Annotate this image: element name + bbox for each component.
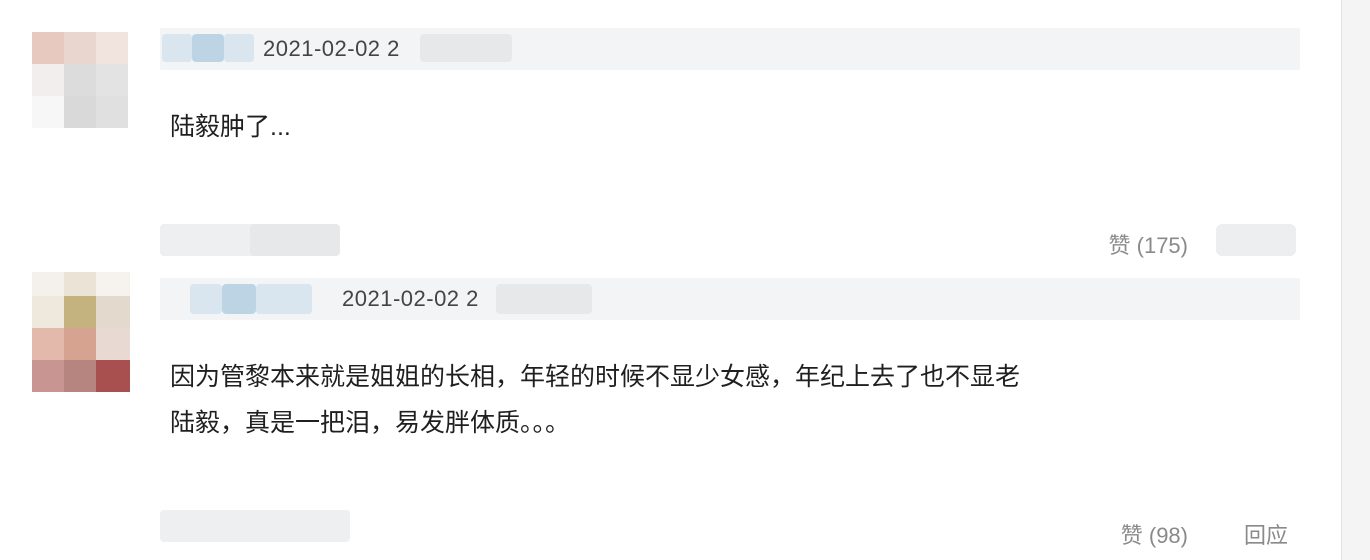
comment-timestamp: 2021-02-02 2 bbox=[342, 286, 479, 311]
avatar[interactable] bbox=[32, 272, 130, 392]
comment-text-line: 陆毅，真是一把泪，易发胖体质。。。 bbox=[170, 409, 571, 437]
username-redacted[interactable] bbox=[192, 34, 224, 62]
username-redacted[interactable] bbox=[222, 284, 256, 314]
like-button[interactable]: 赞 (98) bbox=[1121, 518, 1188, 550]
timestamp-redacted bbox=[420, 34, 512, 62]
reply-button-redacted[interactable] bbox=[1216, 224, 1296, 256]
timestamp-redacted bbox=[496, 284, 592, 314]
like-button[interactable]: 赞 (175) bbox=[1109, 228, 1188, 260]
username-redacted[interactable] bbox=[256, 284, 312, 314]
comment-text: 因为管黎本来就是姐姐的长相，年轻的时候不显少女感，年纪上去了也不显老 陆毅，真是… bbox=[170, 354, 1020, 446]
username-redacted[interactable] bbox=[224, 34, 254, 62]
avatar[interactable] bbox=[32, 32, 128, 128]
reply-button[interactable]: 回应 bbox=[1244, 518, 1288, 550]
comment-text-line: 陆毅肿了... bbox=[170, 113, 291, 141]
footer-redacted bbox=[250, 224, 340, 256]
comment-text-line: 因为管黎本来就是姐姐的长相，年轻的时候不显少女感，年纪上去了也不显老 bbox=[170, 363, 1021, 391]
comment-item: 2021-02-02 2 因为管黎本来就是姐姐的长相，年轻的时候不显少女感，年纪… bbox=[0, 262, 1340, 560]
username-redacted[interactable] bbox=[190, 284, 222, 314]
comment-text: 陆毅肿了... bbox=[170, 104, 291, 150]
comment-timestamp: 2021-02-02 2 bbox=[263, 36, 400, 61]
footer-redacted bbox=[160, 510, 350, 542]
comment-header bbox=[160, 278, 1300, 320]
username-redacted[interactable] bbox=[162, 34, 192, 62]
comment-item: 2021-02-02 2 陆毅肿了... 赞 (175) bbox=[0, 0, 1340, 262]
scrollbar[interactable] bbox=[1341, 0, 1370, 560]
